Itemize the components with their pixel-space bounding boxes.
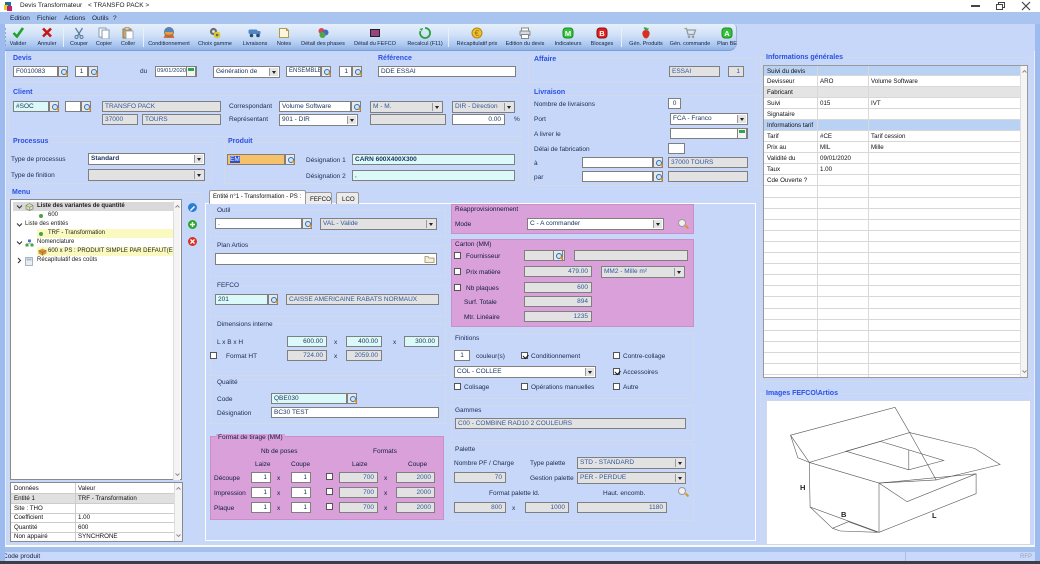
svg-text:L: L — [932, 511, 937, 520]
svg-text:H: H — [800, 483, 805, 492]
svg-text:B: B — [841, 510, 847, 519]
svg-text:€: € — [475, 28, 480, 38]
svg-text:B: B — [599, 29, 605, 38]
svg-text:M: M — [565, 29, 571, 38]
svg-text:A: A — [724, 29, 730, 38]
